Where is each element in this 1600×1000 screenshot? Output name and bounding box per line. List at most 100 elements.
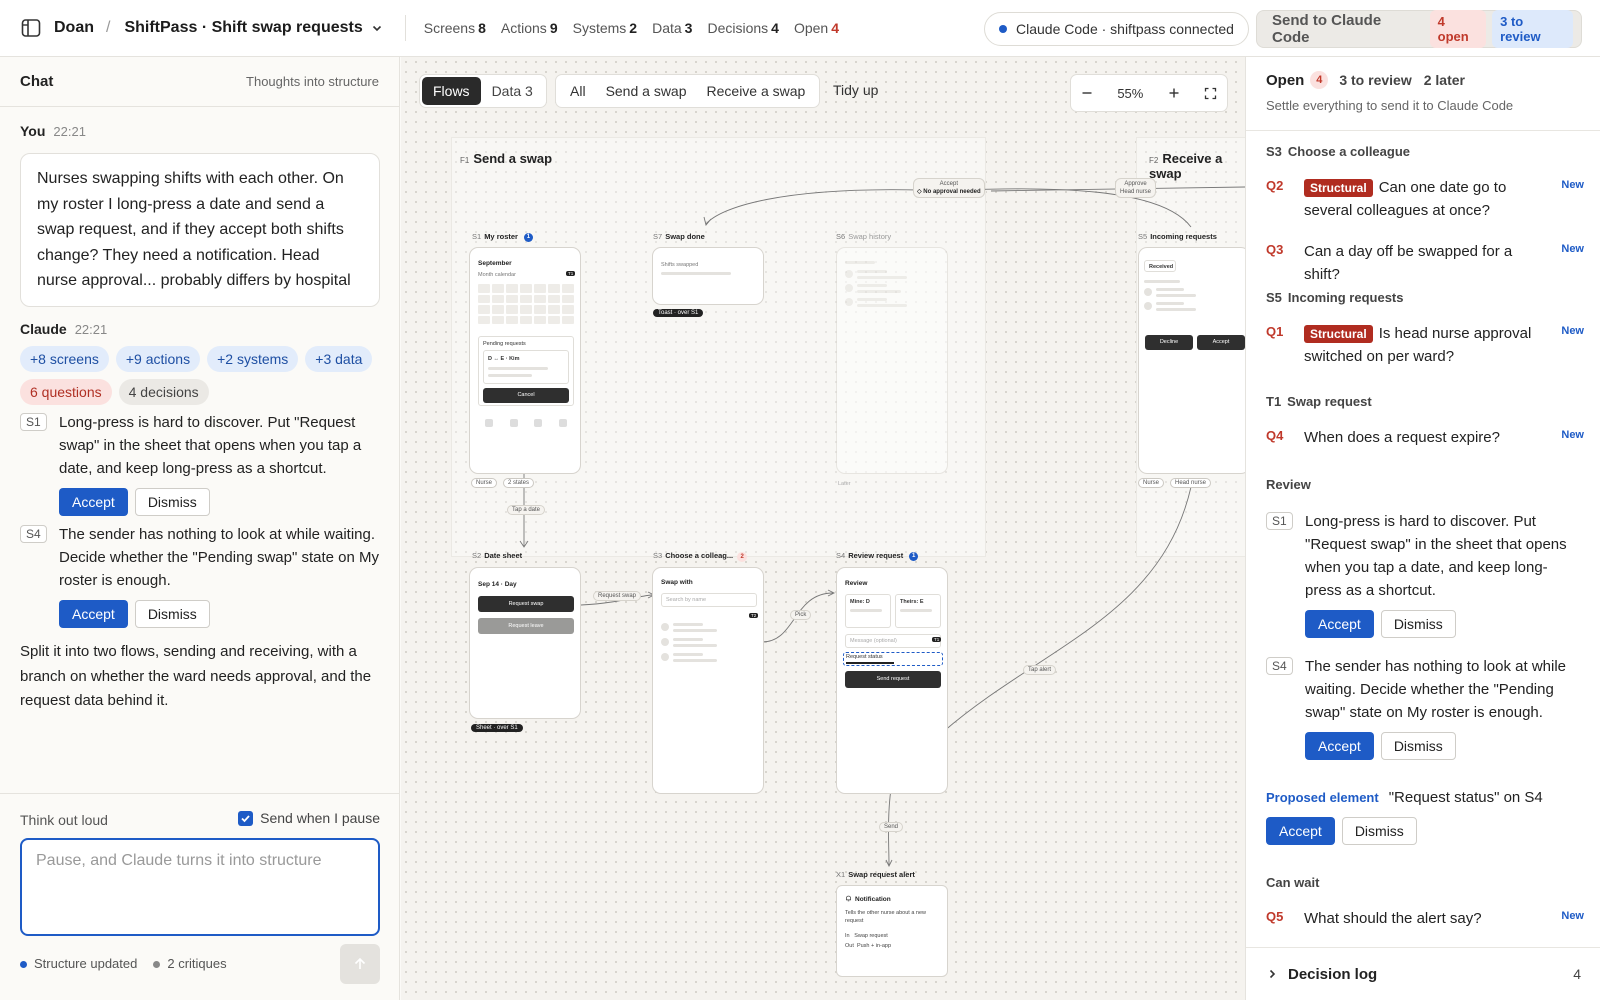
colleague-search[interactable]: Search by name (661, 593, 757, 607)
question-q4[interactable]: Q4 When does a request expire? New (1266, 427, 1584, 450)
accept-swap-button[interactable]: Accept (1197, 335, 1245, 350)
question-q1[interactable]: Q1 Structural Is head nurse approval swit… (1266, 323, 1584, 368)
screen-label-x1[interactable]: X1 Swap request alert (836, 870, 915, 879)
fullscreen-icon[interactable] (1204, 87, 1217, 100)
accept-button[interactable]: Accept (1305, 610, 1374, 638)
filter-receive-swap[interactable]: Receive a swap (697, 77, 816, 105)
edge-label-send[interactable]: Send (879, 822, 904, 832)
edge-label-tap-alert[interactable]: Tap alert (1023, 665, 1057, 675)
screen-label-s4[interactable]: S4 Review request 1 (836, 551, 919, 561)
accept-button[interactable]: Accept (1305, 732, 1374, 760)
edge-label-accept-no-approval[interactable]: Accept ◇ No approval needed (913, 178, 985, 198)
question-q3[interactable]: Q3 Can a day off be swapped for a shift?… (1266, 241, 1584, 286)
stat-decisions[interactable]: Decisions 4 (707, 20, 779, 36)
review-tag[interactable]: S1 (1266, 512, 1293, 530)
section-incoming-requests[interactable]: S5 Incoming requests (1266, 290, 1403, 305)
chip-screens[interactable]: +8 screens (20, 346, 109, 372)
filter-send-swap[interactable]: Send a swap (596, 77, 697, 105)
screen-label-s1[interactable]: S1 My roster 1 (472, 232, 533, 242)
edge-label-tap-date[interactable]: Tap a date (507, 505, 546, 515)
send-when-pause-checkbox[interactable]: Send when I pause (238, 810, 380, 826)
edge-label-approve[interactable]: Approve Head nurse (1115, 178, 1157, 198)
connection-status[interactable]: Claude Code · shiftpass connected (984, 12, 1249, 46)
screen-label-s2[interactable]: S2 Date sheet (472, 551, 522, 560)
status-critiques[interactable]: 2 critiques (153, 956, 227, 971)
send-request-button[interactable]: Send request (845, 671, 941, 688)
system-swap-request-alert[interactable]: Notification Tells the other nurse about… (836, 885, 948, 977)
checkbox-checked-icon[interactable] (238, 810, 254, 826)
section-choose-colleague[interactable]: S3 Choose a colleague (1266, 144, 1410, 159)
stat-systems[interactable]: Systems 2 (573, 20, 637, 36)
chip-questions[interactable]: 6 questions (20, 379, 112, 405)
screen-review-request[interactable]: Review Mine: D Theirs: E Message (option… (836, 567, 948, 794)
states-tag[interactable]: 2 states (503, 478, 535, 488)
accept-button[interactable]: Accept (59, 488, 128, 516)
stat-data[interactable]: Data 3 (652, 20, 692, 36)
stat-screens[interactable]: Screens 8 (424, 20, 486, 36)
to-review-count[interactable]: 3 to review (1339, 72, 1411, 88)
zoom-in-icon[interactable] (1168, 87, 1180, 99)
screen-swap-done[interactable]: Shifts swapped (652, 247, 764, 305)
dismiss-button[interactable]: Dismiss (134, 600, 210, 628)
send-message-button[interactable] (340, 944, 380, 984)
roster-tab-bar[interactable] (485, 419, 567, 427)
sidebar-layout-icon[interactable] (20, 17, 42, 39)
pending-item[interactable]: D ↔ E · Kim (483, 350, 569, 384)
edge-label-request-swap[interactable]: Request swap (593, 591, 642, 601)
screen-my-roster[interactable]: September Month calendar T1 Pending requ… (469, 247, 581, 474)
received-tab[interactable]: Received (1144, 260, 1176, 272)
role-tag-nurse[interactable]: Nurse (471, 478, 498, 488)
request-leave-button[interactable]: Request leave (478, 618, 574, 634)
chevron-down-icon[interactable] (371, 22, 383, 34)
dismiss-button[interactable]: Dismiss (1341, 817, 1417, 845)
dismiss-button[interactable]: Dismiss (1380, 610, 1456, 638)
question-q5[interactable]: Q5 What should the alert say? New (1266, 908, 1584, 931)
chip-actions[interactable]: +9 actions (115, 346, 201, 372)
role-tag-head-nurse[interactable]: Head nurse (1170, 478, 1212, 488)
cancel-request-button[interactable]: Cancel (483, 388, 569, 403)
toast-tag[interactable]: Toast · over S1 (653, 309, 704, 317)
accept-button[interactable]: Accept (1266, 817, 1335, 845)
screen-swap-history[interactable] (836, 247, 948, 474)
screen-label-s5[interactable]: S5 Incoming requests (1138, 232, 1217, 241)
stat-actions[interactable]: Actions 9 (501, 20, 558, 36)
zoom-out-icon[interactable] (1081, 87, 1093, 99)
question-q2[interactable]: Q2 Structural Can one date go to several … (1266, 177, 1584, 222)
roster-calendar[interactable] (478, 284, 574, 324)
project-title[interactable]: ShiftPass · Shift swap requests (124, 19, 362, 37)
breadcrumb-user[interactable]: Doan (54, 19, 94, 37)
tidy-up-button[interactable]: Tidy up (833, 82, 878, 98)
screen-label-s7[interactable]: S7 Swap done (653, 232, 705, 241)
screen-label-s3[interactable]: S3 Choose a colleag... 2 (653, 551, 748, 562)
think-out-loud-input[interactable] (20, 838, 380, 936)
filter-all[interactable]: All (560, 77, 596, 105)
section-swap-request[interactable]: T1 Swap request (1266, 394, 1372, 409)
request-swap-button[interactable]: Request swap (478, 596, 574, 612)
suggestion-tag[interactable]: S1 (20, 413, 47, 431)
screen-date-sheet[interactable]: Sep 14 · Day Request swap Request leave (469, 567, 581, 719)
flow-canvas[interactable]: F1 Send a swap F2 Receive a swap Tap a dat… (401, 57, 1245, 1000)
message-field[interactable]: Message (optional) (845, 634, 941, 648)
request-status-proposed[interactable]: Request status (843, 652, 943, 666)
suggestion-tag[interactable]: S4 (20, 525, 47, 543)
screen-choose-colleague[interactable]: Swap with Search by name T2 (652, 567, 764, 794)
dismiss-button[interactable]: Dismiss (134, 488, 210, 516)
decline-button[interactable]: Decline (1145, 335, 1193, 350)
review-tag[interactable]: S4 (1266, 657, 1293, 675)
edge-label-pick[interactable]: Pick (790, 610, 812, 620)
sheet-tag[interactable]: Sheet · over S1 (471, 724, 523, 732)
decision-log-toggle[interactable]: Decision log 4 (1246, 947, 1600, 1000)
screen-incoming-requests[interactable]: Received Decline Accept (1138, 247, 1245, 474)
later-count[interactable]: 2 later (1424, 72, 1465, 88)
chip-decisions[interactable]: 4 decisions (118, 379, 209, 405)
screen-label-s6[interactable]: S6 Swap history (836, 232, 891, 241)
tab-flows[interactable]: Flows (422, 77, 481, 105)
chip-data[interactable]: +3 data (305, 346, 373, 372)
stat-open[interactable]: Open 4 (794, 20, 839, 36)
send-to-claude-code-button[interactable]: Send to Claude Code 4 open 3 to review (1256, 10, 1582, 48)
role-tag-nurse[interactable]: Nurse (1138, 478, 1165, 488)
dismiss-button[interactable]: Dismiss (1380, 732, 1456, 760)
accept-button[interactable]: Accept (59, 600, 128, 628)
chip-systems[interactable]: +2 systems (207, 346, 299, 372)
tab-data[interactable]: Data 3 (481, 77, 544, 105)
